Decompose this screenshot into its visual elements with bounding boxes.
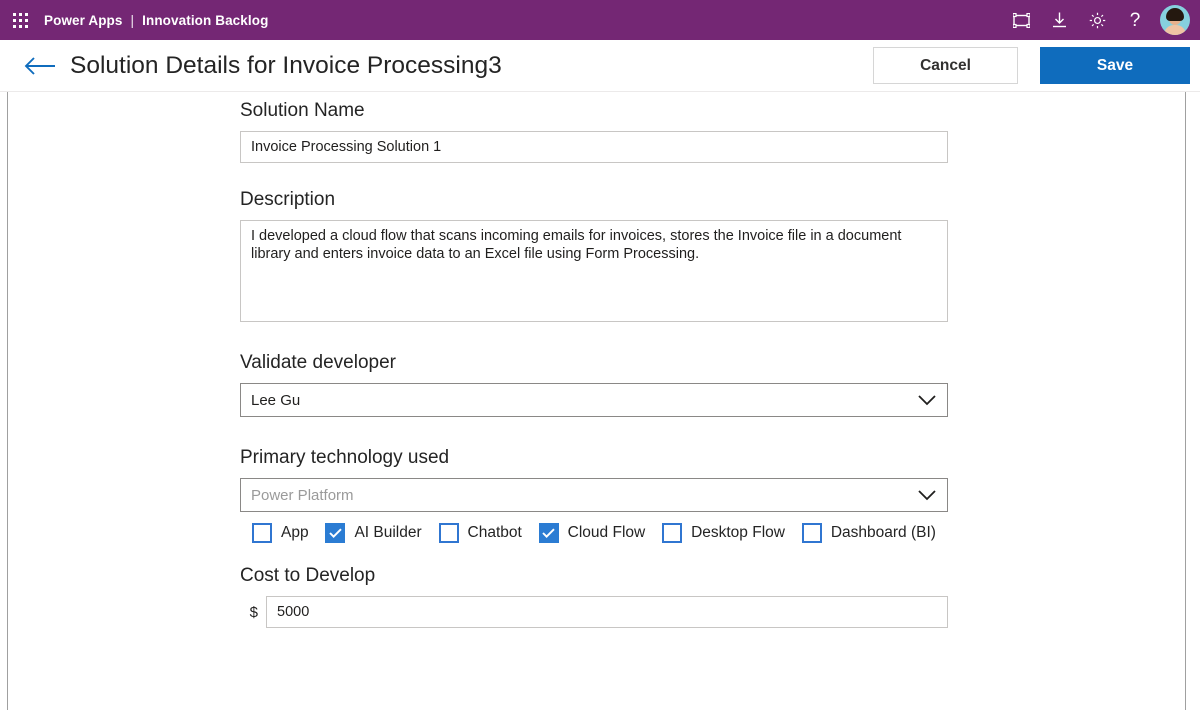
description-label: Description xyxy=(240,189,336,210)
solution-details-form: Solution Name Invoice Processing Solutio… xyxy=(240,100,960,628)
checkbox-item-chatbot[interactable]: Chatbot xyxy=(438,523,522,543)
back-arrow-icon[interactable] xyxy=(22,48,58,84)
solution-name-label: Solution Name xyxy=(240,100,365,121)
command-bar-actions: Cancel Save xyxy=(873,47,1200,84)
waffle-grid xyxy=(12,12,28,28)
field-primary-technology: Primary technology used Power Platform A… xyxy=(240,447,960,543)
cost-to-develop-input[interactable]: 5000 xyxy=(266,596,948,628)
chevron-down-icon xyxy=(917,489,937,501)
user-avatar[interactable] xyxy=(1160,5,1190,35)
cancel-button[interactable]: Cancel xyxy=(873,47,1018,84)
checkbox-item-dashboard-bi[interactable]: Dashboard (BI) xyxy=(801,523,936,543)
checkbox-box[interactable] xyxy=(438,523,459,543)
validate-developer-value: Lee Gu xyxy=(251,391,301,409)
field-validate-developer: Validate developer Lee Gu xyxy=(240,352,960,417)
command-bar: Solution Details for Invoice Processing3… xyxy=(0,40,1200,92)
checkbox-label: AI Builder xyxy=(354,524,422,541)
field-solution-name: Solution Name Invoice Processing Solutio… xyxy=(240,100,960,163)
checkbox-box[interactable] xyxy=(325,523,346,543)
solution-name-input[interactable]: Invoice Processing Solution 1 xyxy=(240,131,948,163)
help-glyph: ? xyxy=(1129,9,1141,31)
brand-separator: | xyxy=(130,12,135,28)
field-cost-to-develop: Cost to Develop $ 5000 xyxy=(240,565,960,628)
checkbox-label: Cloud Flow xyxy=(567,524,646,541)
save-button[interactable]: Save xyxy=(1040,47,1190,84)
checkbox-item-app[interactable]: App xyxy=(252,523,309,543)
currency-symbol: $ xyxy=(249,603,258,621)
checkbox-item-cloud-flow[interactable]: Cloud Flow xyxy=(538,523,646,543)
download-icon[interactable] xyxy=(1040,0,1078,40)
checkbox-label: Dashboard (BI) xyxy=(830,524,936,541)
page-title: Solution Details for Invoice Processing3 xyxy=(70,51,502,79)
gear-icon[interactable] xyxy=(1078,0,1116,40)
help-icon[interactable]: ? xyxy=(1116,0,1154,40)
cost-to-develop-row: $ 5000 xyxy=(240,596,948,628)
checkbox-box[interactable] xyxy=(801,523,822,543)
content-frame-right-border xyxy=(1185,92,1186,710)
checkbox-label: Chatbot xyxy=(467,524,522,541)
primary-technology-value: Power Platform xyxy=(251,486,354,504)
present-frame-icon[interactable] xyxy=(1002,0,1040,40)
checkbox-item-desktop-flow[interactable]: Desktop Flow xyxy=(662,523,785,543)
primary-technology-dropdown[interactable]: Power Platform xyxy=(240,478,948,512)
checkbox-label: App xyxy=(281,524,309,541)
primary-technology-label: Primary technology used xyxy=(240,447,450,468)
checkbox-item-ai-builder[interactable]: AI Builder xyxy=(325,523,422,543)
content-frame-left-border xyxy=(7,92,8,710)
app-name-label: Innovation Backlog xyxy=(142,12,269,28)
checkbox-box[interactable] xyxy=(538,523,559,543)
suite-brand[interactable]: Power Apps | Innovation Backlog xyxy=(44,13,268,28)
description-textarea[interactable]: I developed a cloud flow that scans inco… xyxy=(240,220,948,322)
cost-to-develop-label: Cost to Develop xyxy=(240,565,376,586)
avatar-body xyxy=(1164,25,1186,35)
checkbox-box[interactable] xyxy=(662,523,683,543)
field-description: Description I developed a cloud flow tha… xyxy=(240,189,960,322)
validate-developer-label: Validate developer xyxy=(240,352,396,373)
technology-checkbox-row: App AI Builder Chatbot Cloud Flow Deskto… xyxy=(240,523,948,543)
validate-developer-dropdown[interactable]: Lee Gu xyxy=(240,383,948,417)
suite-bar: Power Apps | Innovation Backlog ? xyxy=(0,0,1200,40)
checkbox-label: Desktop Flow xyxy=(691,524,785,541)
brand-label: Power Apps xyxy=(44,12,123,28)
avatar-hair xyxy=(1166,8,1184,21)
app-launcher-icon[interactable] xyxy=(0,0,40,40)
suite-bar-actions: ? xyxy=(1002,0,1200,40)
checkbox-box[interactable] xyxy=(252,523,272,543)
chevron-down-icon xyxy=(917,394,937,406)
